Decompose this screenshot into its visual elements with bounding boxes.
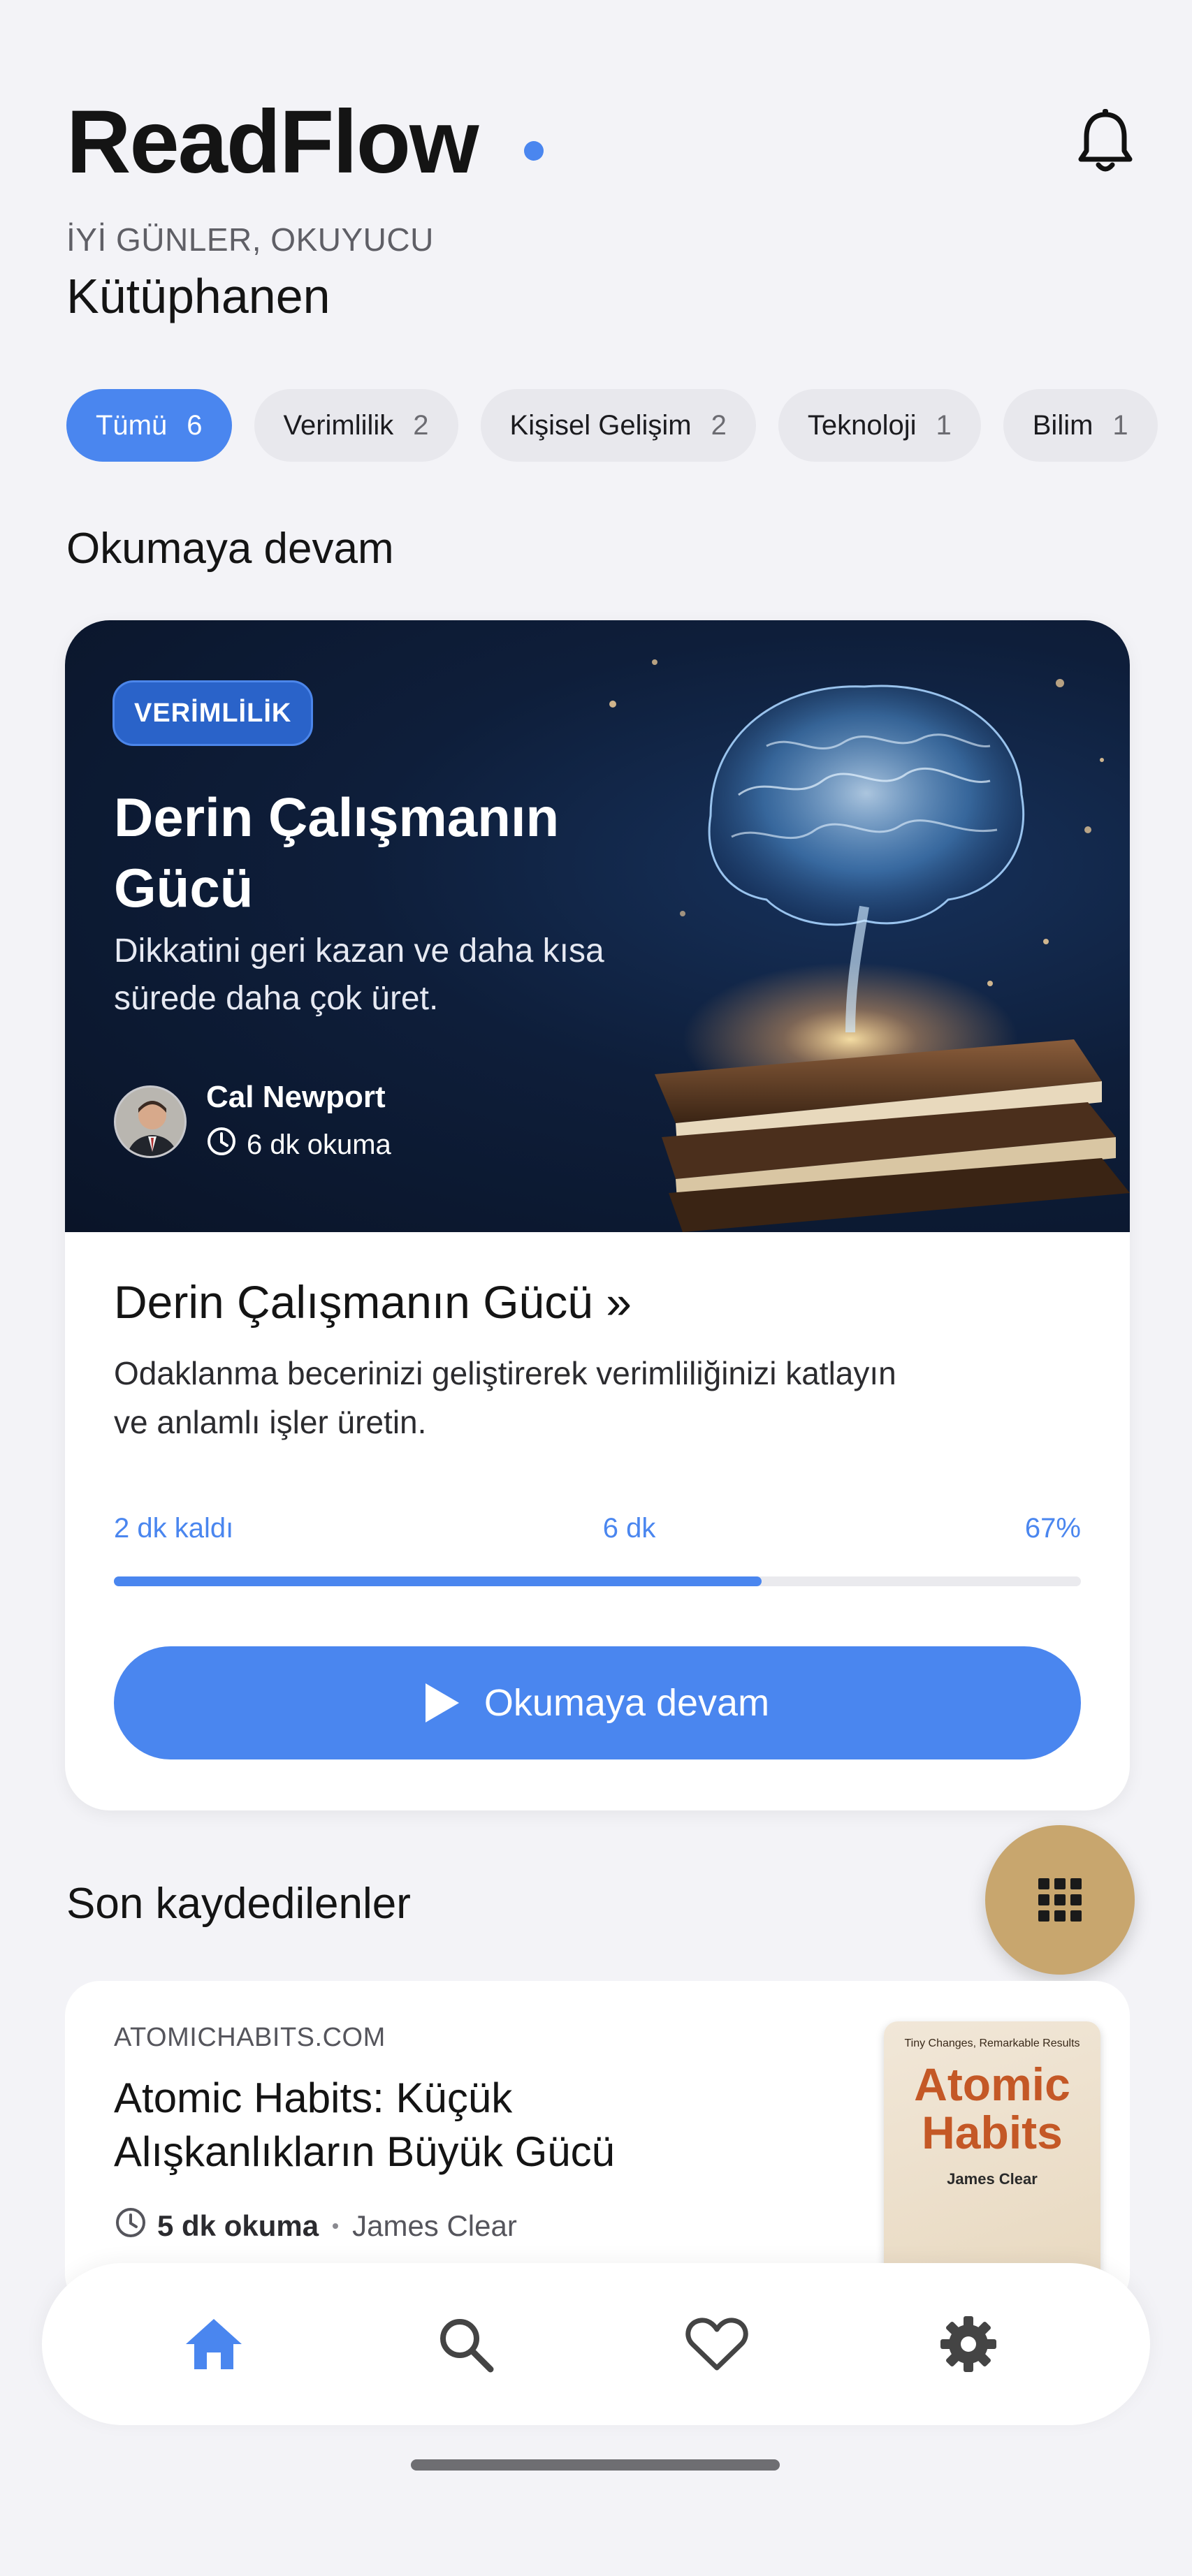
chip-count: 2 [413, 409, 429, 441]
article-source: ATOMICHABITS.COM [114, 2023, 386, 2052]
article-title: Atomic Habits: Küçük Alışkanlıkların Büy… [114, 2074, 615, 2175]
section-title-continue: Okumaya devam [66, 525, 394, 573]
filter-chips: Tümü 6 Verimlilik 2 Kişisel Gelişim 2 Te… [66, 389, 1158, 462]
article-read-time: 5 dk okuma [157, 2209, 319, 2242]
grid-icon [1038, 1878, 1049, 1889]
chip-label: Bilim [1032, 409, 1093, 441]
saved-article-card[interactable]: ATOMICHABITS.COM Atomic Habits: Küçük Al… [65, 1981, 1130, 2309]
filter-chip-productivity[interactable]: Verimlilik 2 [254, 389, 458, 462]
bottom-navigation [42, 2263, 1150, 2425]
author-info: Cal Newport 6 dk okuma [114, 1080, 391, 1164]
home-indicator[interactable] [411, 2459, 780, 2471]
nav-search[interactable] [430, 2309, 500, 2379]
app-screen: ReadFlow İYİ GÜNLER, OKUYUCU Kütüphanen … [0, 0, 1192, 2576]
brain-book-illustration [609, 659, 1130, 1232]
card-description: Odaklanma becerinizi geliştirerek veriml… [114, 1355, 896, 1440]
header: ReadFlow İYİ GÜNLER, OKUYUCU Kütüphanen [66, 98, 1135, 324]
card-title[interactable]: Derin Çalışmanın Gücü » [114, 1275, 1081, 1329]
card-body: Derin Çalışmanın Gücü » Odaklanma beceri… [114, 1275, 1081, 1759]
search-icon [440, 2319, 494, 2373]
greeting: İYİ GÜNLER, OKUYUCU [66, 221, 434, 258]
filter-chip-technology[interactable]: Teknoloji 1 [778, 389, 981, 462]
continue-reading-card[interactable]: VERİMLİLİK Derin Çalışmanın Gücü Dikkati… [65, 620, 1130, 1810]
article-author: James Clear [352, 2209, 517, 2242]
article-meta: 5 dk okuma James Clear [114, 2206, 517, 2246]
clock-icon [114, 2206, 147, 2246]
remaining-label: 2 dk kaldı [114, 1512, 234, 1544]
bell-icon[interactable] [1075, 109, 1135, 176]
grid-menu-button[interactable] [985, 1825, 1135, 1975]
chip-label: Tümü [96, 409, 168, 441]
cover-tagline: Tiny Changes, Remarkable Results [904, 2037, 1080, 2049]
chip-label: Kişisel Gelişim [509, 409, 692, 441]
chip-count: 1 [1112, 409, 1128, 441]
nav-home[interactable] [179, 2309, 249, 2379]
continue-reading-button[interactable]: Okumaya devam [114, 1646, 1081, 1759]
filter-chip-personal-development[interactable]: Kişisel Gelişim 2 [480, 389, 756, 462]
chip-count: 2 [711, 409, 727, 441]
read-time-label: 6 dk okuma [247, 1129, 391, 1160]
category-tag: VERİMLİLİK [112, 680, 314, 746]
separator-dot [333, 2223, 339, 2229]
section-title-saved: Son kaydedilenler [66, 1880, 411, 1928]
percent-label: 67% [1024, 1512, 1081, 1544]
page-title: Kütüphanen [66, 269, 330, 323]
hero-title: Derin Çalışmanın Gücü [114, 786, 560, 919]
read-time: 6 dk okuma [206, 1126, 391, 1164]
cover-author: James Clear [947, 2169, 1038, 2188]
progress-bar [114, 1576, 1081, 1586]
button-label: Okumaya devam [484, 1681, 770, 1724]
nav-favorites[interactable] [682, 2309, 752, 2379]
play-icon [425, 1683, 459, 1722]
chip-label: Verimlilik [283, 409, 394, 441]
author-text: Cal Newport 6 dk okuma [206, 1080, 391, 1164]
nav-settings[interactable] [933, 2309, 1003, 2379]
chip-count: 1 [936, 409, 952, 441]
author-name: Cal Newport [206, 1080, 386, 1114]
brand-dot [523, 141, 544, 161]
total-label: 6 dk [602, 1512, 656, 1544]
app-title: ReadFlow [66, 92, 479, 192]
heart-icon [685, 2318, 748, 2371]
filter-chip-science[interactable]: Bilim 1 [1003, 389, 1158, 462]
clock-icon [206, 1126, 237, 1164]
gear-icon [940, 2316, 996, 2372]
hero-description: Dikkatini geri kazan ve daha kısa sürede… [114, 932, 604, 1018]
cover-title: Atomic Habits [914, 2058, 1070, 2159]
progress-labels: 2 dk kaldı 6 dk 67% [114, 1513, 1081, 1544]
chip-count: 6 [187, 409, 203, 441]
chip-label: Teknoloji [807, 409, 917, 441]
brand: ReadFlow [66, 98, 1135, 187]
filter-chip-all[interactable]: Tümü 6 [66, 389, 232, 462]
author-avatar [114, 1085, 187, 1158]
hero-image: VERİMLİLİK Derin Çalışmanın Gücü Dikkati… [65, 620, 1130, 1232]
progress-fill [114, 1576, 762, 1586]
home-icon [186, 2319, 242, 2369]
